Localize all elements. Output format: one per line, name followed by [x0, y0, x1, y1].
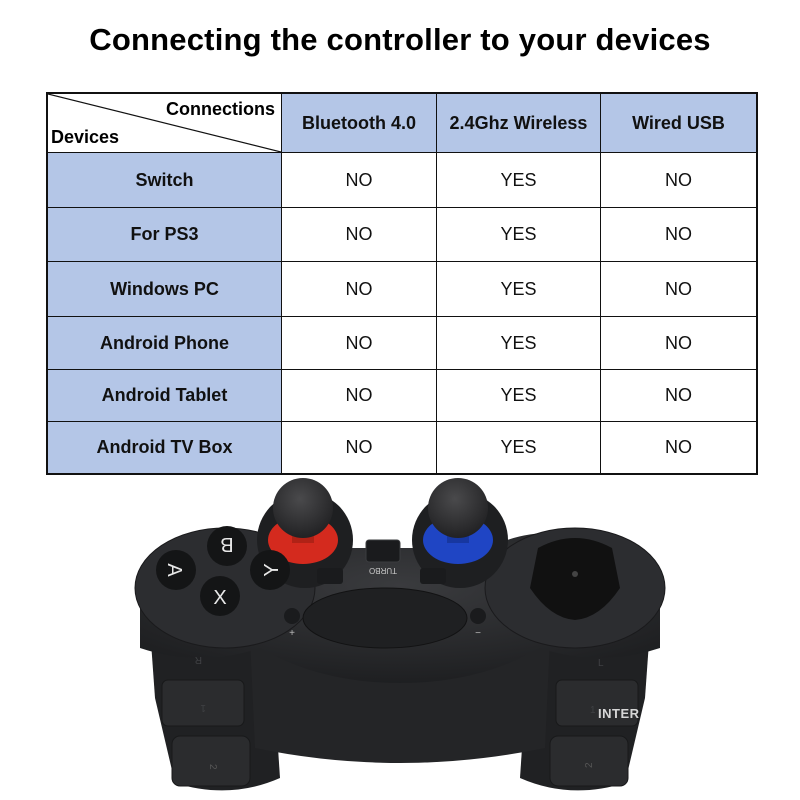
- face-button-y[interactable]: Y: [250, 550, 290, 590]
- value-cell: NO: [281, 369, 437, 422]
- face-button-b[interactable]: B: [207, 526, 247, 566]
- value-cell: YES: [436, 316, 601, 370]
- face-button-x[interactable]: X: [200, 576, 240, 616]
- table-row: Windows PC NO YES NO: [46, 261, 758, 317]
- value-cell: NO: [600, 207, 758, 262]
- left-shoulder-label: 1: [200, 702, 206, 713]
- column-header-usb: Wired USB: [600, 92, 758, 153]
- plus-button[interactable]: [284, 608, 300, 624]
- plus-label: +: [289, 628, 295, 639]
- right-shoulder-label: 1: [590, 705, 596, 716]
- compatibility-table: Connections Devices Bluetooth 4.0 2.4Ghz…: [46, 92, 758, 475]
- gamepad-image: TURBO + − B A Y X R L 1 2 1 2: [134, 478, 666, 791]
- connections-label: Connections: [165, 99, 275, 119]
- value-cell: YES: [436, 421, 601, 474]
- value-cell: YES: [436, 369, 601, 422]
- minus-button[interactable]: [470, 608, 486, 624]
- turbo-label: TURBO: [369, 566, 397, 575]
- table-row: Android Tablet NO YES NO: [46, 369, 758, 422]
- device-cell: For PS3: [46, 207, 282, 262]
- start-button[interactable]: [420, 568, 446, 584]
- center-pad[interactable]: [302, 587, 468, 649]
- face-button-a[interactable]: A: [156, 550, 196, 590]
- side-label-l: L: [598, 658, 604, 669]
- column-header-wireless: 2.4Ghz Wireless: [436, 92, 601, 153]
- page-title: Connecting the controller to your device…: [89, 22, 711, 57]
- value-cell: NO: [600, 369, 758, 422]
- value-cell: NO: [281, 421, 437, 474]
- device-cell: Android Phone: [46, 316, 282, 370]
- device-cell: Android Tablet: [46, 369, 282, 422]
- svg-text:B: B: [220, 533, 233, 555]
- value-cell: YES: [436, 261, 601, 317]
- table-row: Switch NO YES NO: [46, 152, 758, 208]
- column-header-bluetooth: Bluetooth 4.0: [281, 92, 437, 153]
- device-cell: Switch: [46, 152, 282, 208]
- left-trigger-label: 2: [207, 764, 218, 770]
- value-cell: NO: [600, 152, 758, 208]
- right-trigger-label: 2: [584, 762, 595, 768]
- svg-text:X: X: [213, 587, 226, 609]
- value-cell: NO: [281, 316, 437, 370]
- value-cell: YES: [436, 207, 601, 262]
- value-cell: YES: [436, 152, 601, 208]
- select-button[interactable]: [317, 568, 343, 584]
- device-cell: Windows PC: [46, 261, 282, 317]
- turbo-button[interactable]: [365, 539, 401, 563]
- device-cell: Android TV Box: [46, 421, 282, 474]
- side-label-r: R: [195, 654, 202, 665]
- value-cell: NO: [600, 421, 758, 474]
- watermark: INTER: [598, 706, 640, 721]
- value-cell: NO: [600, 261, 758, 317]
- devices-label: Devices: [51, 127, 120, 147]
- minus-label: −: [475, 628, 481, 639]
- value-cell: NO: [281, 261, 437, 317]
- value-cell: NO: [281, 152, 437, 208]
- corner-header-cell: Connections Devices: [46, 92, 282, 153]
- table-row: For PS3 NO YES NO: [46, 207, 758, 262]
- svg-text:Y: Y: [261, 563, 283, 576]
- table-row: Android Phone NO YES NO: [46, 316, 758, 370]
- table-row: Android TV Box NO YES NO: [46, 421, 758, 474]
- value-cell: NO: [600, 316, 758, 370]
- value-cell: NO: [281, 207, 437, 262]
- header-row: Connections Devices Bluetooth 4.0 2.4Ghz…: [46, 92, 758, 153]
- svg-text:A: A: [163, 563, 185, 577]
